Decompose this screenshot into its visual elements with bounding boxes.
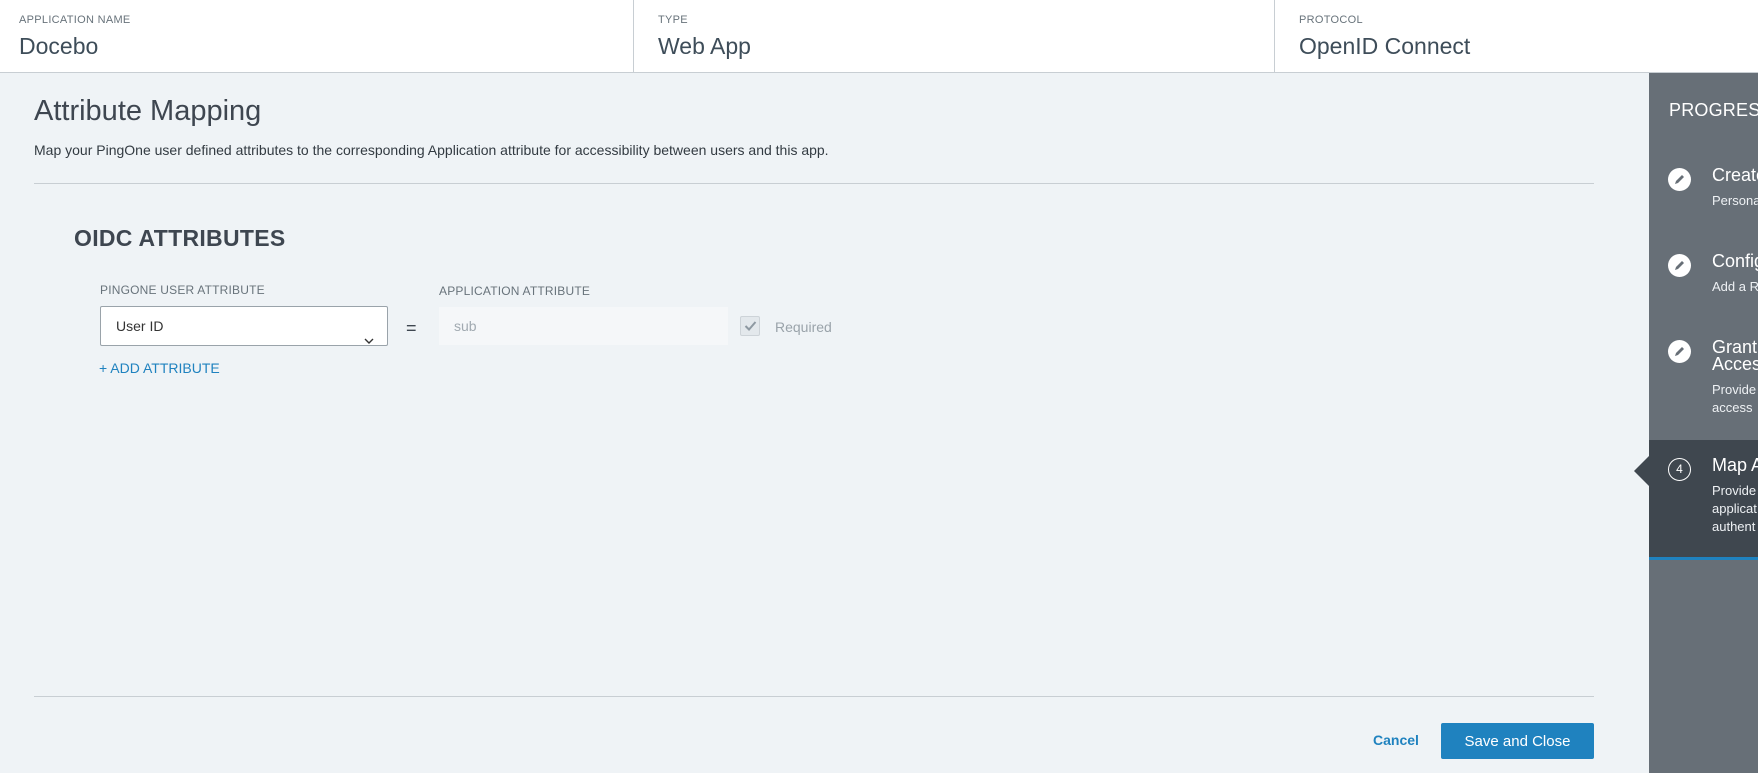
pingone-attribute-column-label: PINGONE USER ATTRIBUTE [100,283,265,297]
required-checkbox[interactable] [740,316,760,336]
add-attribute-link[interactable]: + ADD ATTRIBUTE [99,360,220,376]
main-content: Attribute Mapping Map your PingOne user … [0,73,1649,773]
pencil-icon [1668,168,1691,191]
divider [34,696,1594,697]
page-description: Map your PingOne user defined attributes… [34,142,829,158]
step-title: Map A [1712,455,1758,475]
pingone-attribute-value: User ID [116,318,164,334]
equals-sign: = [406,318,417,338]
step-description: Persona [1712,193,1758,208]
sidebar-title: PROGRESS [1669,100,1758,120]
protocol-cell: PROTOCOL OpenID Connect [1275,0,1758,72]
step-title: Config [1712,251,1758,271]
progress-step-4-active[interactable]: 4 Map A Provide applicat authent [1649,440,1758,560]
step-description: Provide [1712,483,1757,498]
step-title: Create [1712,165,1758,185]
step-number: 4 [1668,458,1691,481]
progress-sidebar: PROGRESS Create Persona Config Add a R G… [1649,73,1758,773]
divider [34,183,1594,184]
section-title: OIDC ATTRIBUTES [74,225,286,251]
pencil-icon [1668,340,1691,363]
save-and-close-button[interactable]: Save and Close [1441,723,1594,759]
type-value: Web App [658,33,751,59]
step-description-line-2: access [1712,400,1753,415]
app-name-cell: APPLICATION NAME Docebo [0,0,634,72]
step-description-line-3: authent [1712,519,1756,534]
required-label: Required [775,319,832,335]
protocol-value: OpenID Connect [1299,33,1471,59]
app-summary-header: APPLICATION NAME Docebo TYPE Web App PRO… [0,0,1758,73]
application-attribute-column-label: APPLICATION ATTRIBUTE [439,284,591,298]
type-label: TYPE [658,14,688,26]
cancel-button[interactable]: Cancel [1373,732,1419,748]
app-name-label: APPLICATION NAME [19,14,131,26]
pencil-icon [1668,254,1691,277]
chevron-down-icon [364,321,374,344]
step-description-line-2: applicat [1712,501,1757,516]
step-title-line-2: Acces [1712,354,1758,374]
protocol-label: PROTOCOL [1299,14,1363,26]
check-icon [744,321,757,331]
type-cell: TYPE Web App [634,0,1275,72]
pingone-attribute-select[interactable]: User ID [100,306,388,346]
application-attribute-field[interactable]: sub [439,307,728,345]
active-step-pointer [1634,456,1649,486]
page-title: Attribute Mapping [34,95,262,127]
app-name-value: Docebo [19,33,99,59]
step-description: Add a R [1712,279,1758,294]
step-description: Provide [1712,382,1757,397]
